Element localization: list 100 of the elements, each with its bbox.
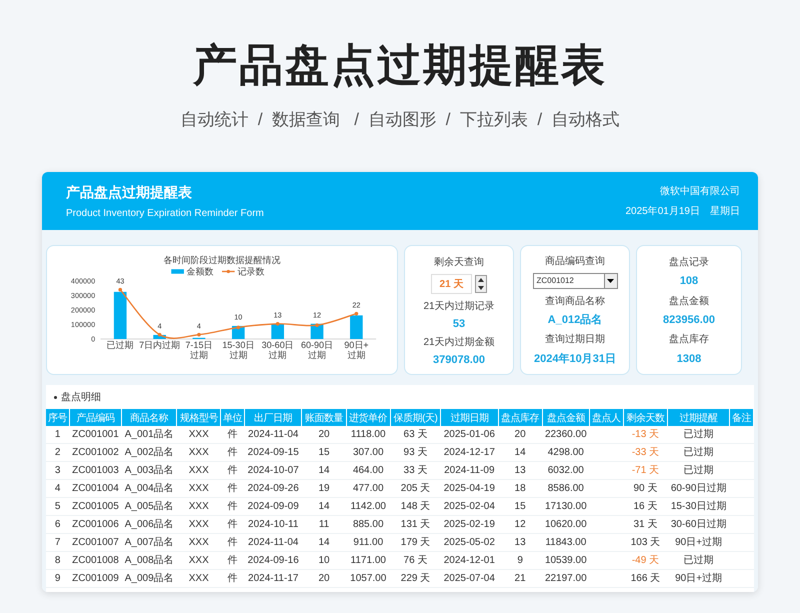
table-cell: 10: [302, 552, 346, 570]
table-cell: 9: [498, 552, 542, 570]
table-cell: 90日+过期: [668, 570, 730, 588]
table-cell: 15: [498, 498, 542, 516]
column-header: 单位: [220, 409, 245, 426]
table-cell: A_007品名: [122, 534, 177, 552]
table-cell: 22197.00: [542, 570, 590, 588]
column-header: 商品名称: [122, 409, 177, 426]
table-cell: 20: [498, 426, 542, 444]
stat-value: 108: [680, 275, 698, 288]
chart-point: [118, 288, 122, 292]
chart-point: [236, 326, 240, 330]
page-subtitle: 自动统计 / 数据查询 / 自动图形 / 下拉列表 / 自动格式: [180, 109, 620, 131]
table-cell: 13: [498, 534, 542, 552]
table-cell: 30-60日过期: [668, 516, 730, 534]
stat-value: 2024年10月31日: [534, 352, 616, 366]
stat-label: 21天内过期记录: [423, 300, 495, 312]
table-cell: ZC001007: [69, 534, 122, 552]
table-cell: 911.00: [346, 534, 390, 552]
table-cell: 60-90日过期: [668, 480, 730, 498]
axis-category-label: 已过期: [106, 340, 134, 350]
table-cell: A_004品名: [122, 480, 177, 498]
table-cell: 76 天: [390, 552, 441, 570]
column-header: 过期日期: [440, 409, 498, 426]
table-cell: ZC001005: [69, 498, 122, 516]
table-cell: 7: [46, 534, 70, 552]
axis-category-label: 60-90日过期: [300, 340, 334, 360]
stat-label: 盘点库存: [669, 332, 709, 346]
table-cell: 8: [46, 552, 70, 570]
table-cell: 2024-09-26: [244, 480, 302, 498]
axis-category-label: 30-60日过期: [262, 340, 294, 360]
table-cell: 63 天: [390, 426, 441, 444]
table-cell: 件: [220, 426, 245, 444]
table-cell: XXX: [176, 462, 221, 480]
legend-item: 记录数: [222, 266, 264, 277]
spinner-icon[interactable]: [475, 274, 488, 292]
chart-point: [158, 332, 162, 336]
table-cell: A_003品名: [122, 462, 177, 480]
table-cell: 件: [220, 444, 245, 462]
legend-label: 记录数: [237, 266, 264, 277]
table-cell: 166 天: [623, 570, 668, 588]
chart-point: [276, 322, 280, 326]
table-cell: 1118.00: [346, 426, 390, 444]
table-cell: 已过期: [668, 444, 730, 462]
table-cell: 1057.00: [346, 570, 390, 588]
table-cell: 2024-11-04: [244, 534, 302, 552]
axis-category-label: 15-30日过期: [222, 340, 254, 360]
page-title: 产品盘点过期提醒表: [193, 40, 607, 92]
table-cell: XXX: [176, 570, 221, 588]
table-cell: 9: [46, 570, 70, 588]
table-cell: 885.00: [346, 516, 390, 534]
stat-value: 823956.00: [663, 314, 715, 326]
table-cell: XXX: [176, 516, 221, 534]
table-cell: 2024-09-16: [244, 552, 302, 570]
table-cell: 2: [46, 444, 70, 462]
table-cell: XXX: [176, 552, 221, 570]
table-cell: 307.00: [346, 444, 390, 462]
table-cell: ZC001001: [69, 426, 122, 444]
table-cell: -49 天: [623, 552, 668, 570]
table-cell: ZC001004: [69, 480, 122, 498]
table-cell: 11: [302, 516, 346, 534]
table-cell: 2024-12-01: [440, 552, 498, 570]
table-cell: 22360.00: [542, 426, 590, 444]
chart-title: 各时间阶段过期数据提醒情况: [164, 254, 280, 265]
table-cell: A_006品名: [122, 516, 177, 534]
table-cell: 2025-02-19: [440, 516, 498, 534]
table-cell: ZC001002: [69, 444, 122, 462]
table-cell: XXX: [176, 480, 221, 498]
table-cell: 件: [220, 570, 245, 588]
table-cell: 8586.00: [542, 480, 590, 498]
axis-tick-label: 0: [91, 334, 96, 344]
chart-bar: [350, 315, 363, 339]
table-cell: 1142.00: [346, 498, 390, 516]
table-cell: 229 天: [390, 570, 441, 588]
panel-title: 商品编码查询: [545, 254, 605, 268]
table-cell: 93 天: [390, 444, 441, 462]
column-header: 产品编码: [69, 409, 122, 426]
column-header: 账面数量: [302, 409, 346, 426]
caret-icon: [607, 278, 614, 283]
table-cell: 件: [220, 552, 245, 570]
data-label: 13: [274, 310, 282, 320]
table-cell: 2024-11-04: [244, 426, 302, 444]
table-cell: 已过期: [668, 462, 730, 480]
stat-label: 查询商品名称: [545, 294, 605, 308]
table-cell: 2025-07-04: [440, 570, 498, 588]
code-dropdown[interactable]: ZC001012: [532, 272, 618, 289]
table-cell: XXX: [176, 534, 221, 552]
table-cell: 已过期: [668, 552, 730, 570]
table-cell: 10620.00: [542, 516, 590, 534]
weekday-text: 星期日: [710, 204, 740, 218]
table-cell: 90 天: [623, 480, 668, 498]
table-cell: 2025-05-02: [440, 534, 498, 552]
chart-point: [354, 312, 358, 316]
table-cell: 18: [498, 480, 542, 498]
company-name: 微软中国有限公司: [660, 184, 740, 198]
axis-tick-label: 400000: [70, 276, 96, 286]
table-cell: 件: [220, 498, 245, 516]
table-cell: 14: [498, 444, 542, 462]
table-cell: 5: [46, 498, 70, 516]
column-header: 剩余天数: [623, 409, 668, 426]
